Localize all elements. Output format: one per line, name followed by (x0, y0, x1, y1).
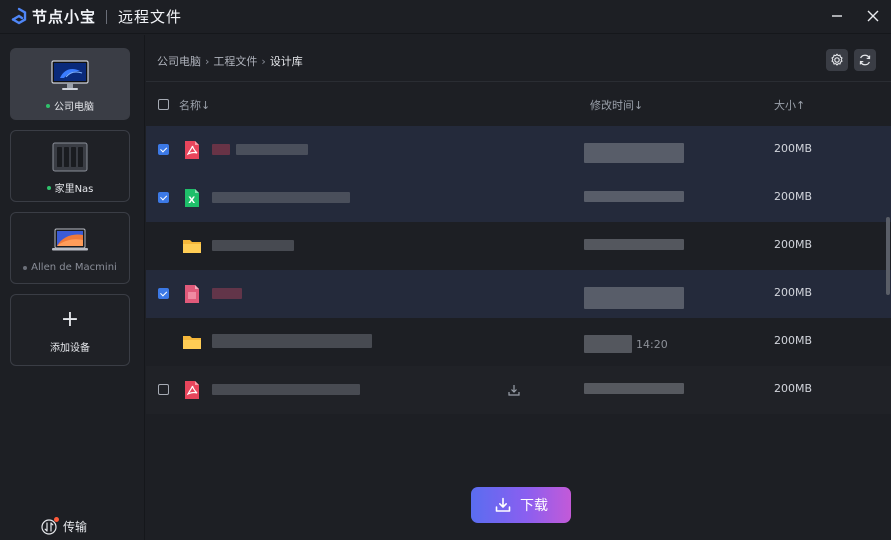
download-button[interactable]: 下载 (471, 487, 571, 523)
file-size: 200MB (774, 334, 813, 347)
modified-time-redacted (584, 191, 684, 202)
row-checkbox[interactable] (158, 288, 169, 299)
file-name-redacted (212, 190, 350, 204)
breadcrumb-current: 设计库 (269, 55, 303, 68)
device-sidebar: 公司电脑 家里Nas Allen de Macmini + 添加设备 传输 (0, 35, 145, 540)
sort-by-modified[interactable]: 修改时间↓ (590, 97, 643, 113)
modified-time-redacted (584, 239, 684, 250)
file-name-redacted (212, 382, 360, 396)
breadcrumb-bar: 公司电脑 › 工程文件 › 设计库 (146, 35, 891, 82)
file-name-redacted (212, 334, 372, 348)
folder-icon (181, 331, 203, 353)
download-label: 下载 (520, 498, 548, 514)
laptop-icon (50, 223, 90, 257)
excel-file-icon: X (181, 187, 203, 209)
app-logo-icon (9, 7, 29, 27)
app-name: 节点小宝 (32, 8, 97, 26)
gear-icon (831, 53, 843, 66)
desktop-monitor-icon (50, 59, 90, 93)
file-size: 200MB (774, 142, 813, 155)
breadcrumb-item[interactable]: 公司电脑 (157, 53, 201, 69)
table-row[interactable]: 14:20 200MB (146, 318, 891, 366)
breadcrumb-item[interactable]: 工程文件 (213, 53, 257, 69)
online-status-dot (46, 185, 51, 190)
file-size: 200MB (774, 190, 813, 203)
file-name-redacted (212, 286, 242, 300)
modified-time-redacted (584, 383, 684, 394)
device-card-company-pc[interactable]: 公司电脑 (10, 48, 130, 120)
chevron-right-icon: › (261, 54, 266, 68)
page-title: 远程文件 (118, 8, 183, 26)
plus-icon: + (60, 306, 80, 332)
file-size: 200MB (774, 238, 813, 251)
sort-by-size[interactable]: 大小↑ (774, 97, 805, 113)
sort-by-name[interactable]: 名称↓ (179, 97, 210, 113)
offline-status-dot (23, 265, 28, 270)
download-icon[interactable] (507, 382, 521, 396)
device-card-home-nas[interactable]: 家里Nas (10, 130, 130, 202)
modified-time-redacted (584, 143, 684, 163)
transfer-button[interactable]: 传输 (41, 516, 88, 535)
title-bar: 节点小宝 远程文件 (0, 0, 891, 34)
refresh-icon (859, 54, 871, 66)
table-row[interactable]: 200MB (146, 126, 891, 174)
pdf-file-icon (181, 379, 203, 401)
device-label: 公司电脑 (54, 102, 94, 113)
row-checkbox[interactable] (158, 144, 169, 155)
row-checkbox[interactable] (158, 192, 169, 203)
device-label: 家里Nas (54, 184, 94, 195)
table-row[interactable]: 200MB (146, 222, 891, 270)
vertical-scrollbar[interactable] (886, 217, 890, 295)
chevron-right-icon: › (205, 54, 210, 68)
modified-time-redacted (584, 287, 684, 309)
download-icon (495, 497, 511, 512)
close-button[interactable] (865, 8, 881, 24)
svg-text:X: X (188, 196, 195, 206)
modified-time-visible: 14:20 (636, 337, 668, 351)
transfer-icon (41, 516, 59, 535)
online-status-dot (46, 103, 50, 108)
table-row[interactable]: X 200MB (146, 174, 891, 222)
add-device-button[interactable]: + 添加设备 (10, 294, 130, 366)
device-label: Allen de Macmini (31, 262, 117, 273)
add-device-label: 添加设备 (50, 342, 90, 354)
transfer-label: 传输 (63, 520, 88, 534)
file-browser: 公司电脑 › 工程文件 › 设计库 名称↓ 修改时间↓ 大小↑ 200MB X … (146, 35, 891, 540)
title-divider (106, 9, 108, 24)
modified-time: 14:20 (584, 335, 668, 353)
row-checkbox[interactable] (158, 384, 169, 395)
close-icon (867, 10, 879, 22)
folder-icon (181, 235, 203, 257)
table-row[interactable]: 200MB (146, 366, 891, 414)
file-name-redacted (212, 142, 308, 156)
table-header: 名称↓ 修改时间↓ 大小↑ (146, 83, 891, 126)
file-size: 200MB (774, 286, 813, 299)
pdf-file-icon (181, 139, 203, 161)
file-size: 200MB (774, 382, 813, 395)
notification-dot (54, 516, 59, 522)
nas-server-icon (50, 141, 90, 175)
refresh-button[interactable] (854, 49, 876, 71)
presentation-file-icon (181, 283, 203, 305)
breadcrumb: 公司电脑 › 工程文件 › 设计库 (157, 53, 303, 69)
select-all-checkbox[interactable] (158, 99, 169, 110)
settings-button[interactable] (826, 49, 848, 71)
device-card-macmini[interactable]: Allen de Macmini (10, 212, 130, 284)
file-name-redacted (212, 238, 294, 252)
table-row[interactable]: 200MB (146, 270, 891, 318)
minimize-button[interactable] (829, 8, 845, 24)
